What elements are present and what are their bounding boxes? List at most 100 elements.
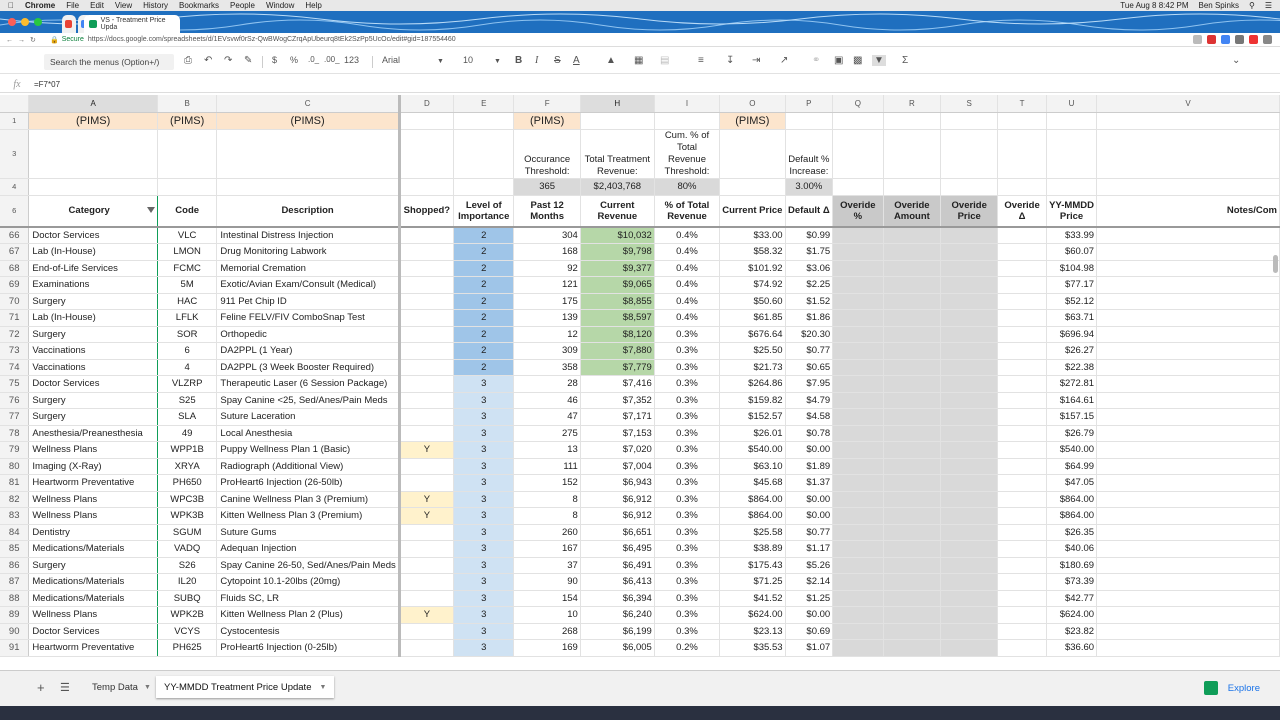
cell-level[interactable]: 2: [453, 342, 515, 360]
row-number[interactable]: 90: [0, 623, 30, 640]
cell-description[interactable]: Fluids SC, LR: [216, 590, 401, 607]
row-number[interactable]: 91: [0, 639, 30, 657]
cell[interactable]: [453, 129, 515, 179]
cell-current-revenue[interactable]: $6,495: [580, 540, 655, 558]
cell-notes[interactable]: [1096, 573, 1280, 591]
cell-level[interactable]: 3: [453, 507, 515, 525]
cell-override-amount[interactable]: [883, 540, 942, 558]
cell-code[interactable]: XRYA: [157, 458, 218, 475]
cell-override-pct[interactable]: [832, 293, 884, 310]
cell-current-revenue[interactable]: $6,651: [580, 524, 655, 541]
cell-override-delta[interactable]: [997, 276, 1048, 294]
cell-description[interactable]: Kitten Wellness Plan 2 (Plus): [216, 606, 401, 624]
cell-override-pct[interactable]: [832, 342, 884, 360]
cell-description[interactable]: Drug Monitoring Labwork: [216, 243, 401, 261]
cell-shopped[interactable]: Y: [399, 507, 455, 525]
cell-level[interactable]: 3: [453, 524, 515, 541]
cell-code[interactable]: 4: [157, 359, 218, 376]
cell-yy-price[interactable]: $60.07: [1046, 243, 1098, 261]
header-yy-price[interactable]: YY-MMDD Price: [1046, 195, 1098, 228]
cell-level[interactable]: 3: [453, 458, 515, 475]
cell-override-delta[interactable]: [997, 573, 1048, 591]
cell-yy-price[interactable]: $47.05: [1046, 474, 1098, 492]
column-header[interactable]: I: [654, 95, 721, 113]
cell-current-price[interactable]: $25.58: [719, 524, 786, 541]
cell-current-revenue[interactable]: $7,004: [580, 458, 655, 475]
cell-yy-price[interactable]: $272.81: [1046, 375, 1098, 393]
cell-category[interactable]: Surgery: [28, 326, 158, 343]
cell-current-revenue[interactable]: $6,240: [580, 606, 655, 624]
cell-shopped[interactable]: [399, 474, 455, 492]
cell-yy-price[interactable]: $26.27: [1046, 342, 1098, 360]
print-icon[interactable]: ⎙: [184, 55, 192, 66]
header-override-amount[interactable]: Overide Amount: [883, 195, 942, 228]
cell-override-price[interactable]: [940, 326, 999, 343]
cell[interactable]: Default % Increase:: [785, 129, 834, 179]
cell-current-revenue[interactable]: $7,020: [580, 441, 655, 459]
explore-button[interactable]: Explore: [1203, 681, 1260, 695]
cell-level[interactable]: 2: [453, 243, 515, 261]
percent-format-button[interactable]: %: [290, 55, 298, 65]
increase-decimal-button[interactable]: .00_: [324, 55, 340, 64]
cell-level[interactable]: 3: [453, 639, 515, 657]
cell[interactable]: [453, 178, 515, 196]
cell[interactable]: [997, 112, 1048, 130]
cell-current-price[interactable]: $45.68: [719, 474, 786, 492]
cell-description[interactable]: Therapeutic Laser (6 Session Package): [216, 375, 401, 393]
cell-pct-total[interactable]: 0.3%: [654, 392, 721, 409]
cell-current-revenue[interactable]: $9,798: [580, 243, 655, 261]
row-number[interactable]: 73: [0, 342, 30, 360]
cell-notes[interactable]: [1096, 342, 1280, 360]
cell-current-price[interactable]: $540.00: [719, 441, 786, 459]
cell[interactable]: 3.00%: [785, 178, 834, 196]
cell-past12[interactable]: 152: [513, 474, 581, 492]
cell-shopped[interactable]: [399, 260, 455, 277]
cell-past12[interactable]: 304: [513, 227, 581, 244]
cell-override-pct[interactable]: [832, 623, 884, 640]
cell-current-revenue[interactable]: $6,005: [580, 639, 655, 657]
cell-yy-price[interactable]: $52.12: [1046, 293, 1098, 310]
cell-override-amount[interactable]: [883, 260, 942, 277]
cell-past12[interactable]: 111: [513, 458, 581, 475]
more-formats-button[interactable]: 123: [344, 55, 359, 65]
cell[interactable]: [399, 112, 455, 130]
cell-override-delta[interactable]: [997, 557, 1048, 574]
cell-code[interactable]: WPC3B: [157, 491, 218, 508]
cell-override-pct[interactable]: [832, 557, 884, 574]
cell-override-pct[interactable]: [832, 507, 884, 525]
cell-default-delta[interactable]: $20.30: [785, 326, 834, 343]
cell-current-price[interactable]: $624.00: [719, 606, 786, 624]
cell[interactable]: [883, 112, 942, 130]
row-number[interactable]: 6: [0, 195, 30, 228]
cell-level[interactable]: 3: [453, 441, 515, 459]
cell-override-price[interactable]: [940, 458, 999, 475]
header-past12[interactable]: Past 12 Months: [513, 195, 581, 228]
minimize-window-button[interactable]: [21, 18, 29, 26]
cell-override-price[interactable]: [940, 227, 999, 244]
row-number[interactable]: 82: [0, 491, 30, 508]
cell-current-price[interactable]: $71.25: [719, 573, 786, 591]
cell-description[interactable]: Suture Laceration: [216, 408, 401, 426]
cell-shopped[interactable]: [399, 359, 455, 376]
cell-past12[interactable]: 90: [513, 573, 581, 591]
cell-override-price[interactable]: [940, 507, 999, 525]
row-number[interactable]: 83: [0, 507, 30, 525]
cell-current-price[interactable]: $50.60: [719, 293, 786, 310]
cell[interactable]: [1046, 178, 1098, 196]
cell[interactable]: 80%: [654, 178, 721, 196]
header-override-delta[interactable]: Overide Δ: [997, 195, 1048, 228]
cell-description[interactable]: Suture Gums: [216, 524, 401, 541]
cell-code[interactable]: SLA: [157, 408, 218, 426]
cell-shopped[interactable]: [399, 375, 455, 393]
zoom-window-button[interactable]: [34, 18, 42, 26]
cell-category[interactable]: Medications/Materials: [28, 540, 158, 558]
row-number[interactable]: 69: [0, 276, 30, 294]
cell[interactable]: [1046, 112, 1098, 130]
cell-notes[interactable]: [1096, 293, 1280, 310]
header-override-price[interactable]: Overide Price: [940, 195, 999, 228]
cell-level[interactable]: 3: [453, 573, 515, 591]
cell-override-amount[interactable]: [883, 375, 942, 393]
cell-override-amount[interactable]: [883, 458, 942, 475]
cell-code[interactable]: FCMC: [157, 260, 218, 277]
cell-description[interactable]: Local Anesthesia: [216, 425, 401, 442]
